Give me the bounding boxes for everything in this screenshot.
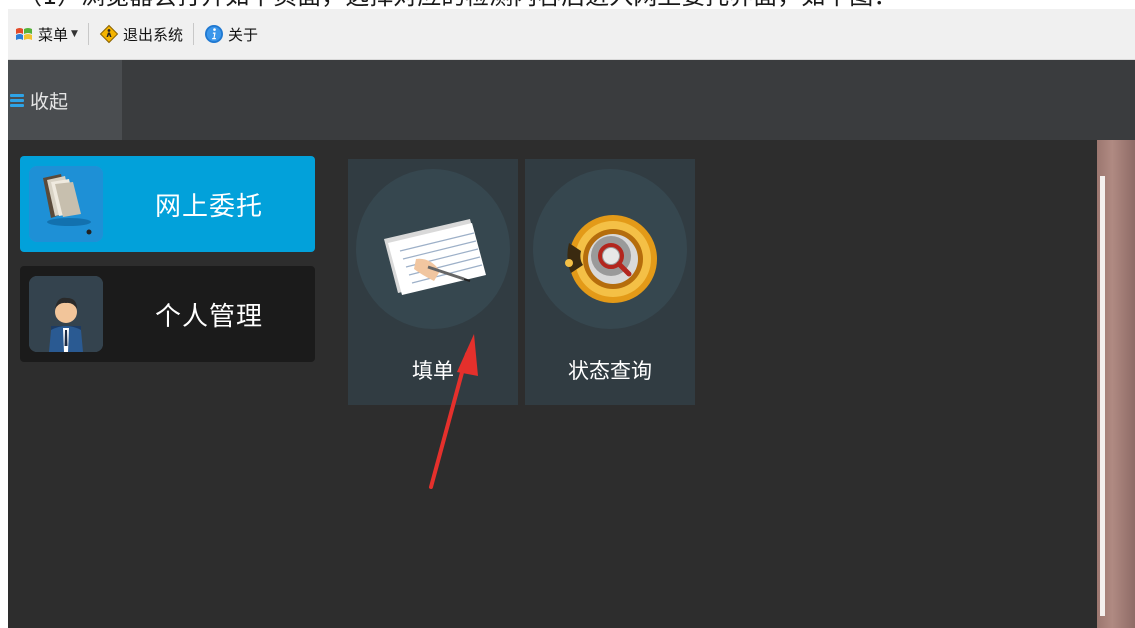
windows-flag-icon [14, 24, 34, 44]
top-bar: 收起 [8, 60, 1135, 140]
book-icon [29, 166, 103, 242]
about-label: 关于 [227, 25, 258, 44]
tile-label: 状态查询 [568, 359, 652, 383]
document-caption: （1）浏览器会打开如下页面，选择对应的检测内容后进入网上委托界面，如下图： [0, 0, 1135, 8]
app-window: 收起 网上委托 个人管理 填单 状态查询 [8, 60, 1135, 628]
warning-sign-icon [99, 24, 119, 44]
sidebar-item-label: 个人管理 [155, 301, 264, 332]
toolbar-divider [192, 23, 194, 45]
sidebar-item-online-commission[interactable]: 网上委托 [20, 156, 315, 252]
right-decorative-panel [1097, 140, 1135, 628]
tile-label: 填单 [412, 359, 454, 383]
toolbar: 菜单 ▼ 退出系统 关于 [8, 9, 1135, 60]
sidebar-item-personal-management[interactable]: 个人管理 [20, 266, 315, 362]
tile-status-query[interactable]: 状态查询 [525, 159, 695, 405]
menu-label: 菜单 [38, 25, 69, 44]
collapse-label: 收起 [30, 90, 69, 113]
exit-system-label: 退出系统 [122, 25, 183, 44]
chevron-down-icon: ▼ [71, 29, 78, 39]
tile-fill-form[interactable]: 填单 [348, 159, 518, 405]
about-button[interactable]: 关于 [198, 20, 264, 48]
toolbar-divider [87, 23, 89, 45]
sidebar-item-label: 网上委托 [155, 191, 264, 222]
hamburger-icon [10, 93, 24, 107]
user-avatar-icon [29, 276, 103, 352]
collapse-button[interactable]: 收起 [8, 60, 122, 140]
info-icon [204, 24, 224, 44]
menu-button[interactable]: 菜单 ▼ [8, 20, 84, 48]
form-fill-icon [384, 219, 486, 295]
exit-system-button[interactable]: 退出系统 [93, 20, 189, 48]
status-search-icon [565, 215, 657, 303]
